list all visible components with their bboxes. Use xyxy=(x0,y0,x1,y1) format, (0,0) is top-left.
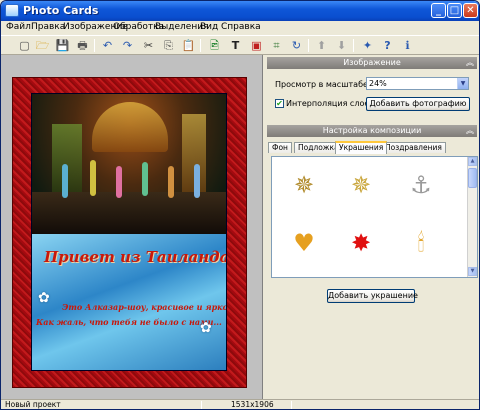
menu-edit[interactable]: Правка xyxy=(31,22,65,32)
maximize-button[interactable]: □ xyxy=(447,3,462,18)
card-content[interactable]: Привет из Таиланда! Это Алказар-шоу, кра… xyxy=(31,93,227,371)
app-window: Photo Cards _ □ ✕ Файл Правка Изображени… xyxy=(0,0,480,410)
dancer xyxy=(116,166,122,198)
info-icon[interactable]: ℹ xyxy=(400,38,415,53)
text-icon[interactable]: T xyxy=(228,38,243,53)
scroll-up-icon[interactable]: ▲ xyxy=(468,157,477,166)
open-folder-icon[interactable]: 🗁 xyxy=(35,38,50,53)
window-title: Photo Cards xyxy=(23,4,99,17)
fx-icon[interactable]: ✦ xyxy=(360,38,375,53)
menu-help[interactable]: Справка xyxy=(221,22,261,32)
status-project: Новый проект xyxy=(5,400,61,409)
status-separator xyxy=(291,401,292,409)
menu-bar: Файл Правка Изображение Обработка Выделе… xyxy=(1,21,479,35)
right-panel: Изображение ︽ Просмотр в масштабе 24% ▼ … xyxy=(264,55,479,399)
image-panel-header[interactable]: Изображение ︽ xyxy=(267,57,477,69)
minimize-button[interactable]: _ xyxy=(431,3,446,18)
greeting-line-2[interactable]: Как жаль, что тебя не было с нами... xyxy=(36,317,222,327)
menu-view[interactable]: Вид xyxy=(200,22,218,32)
decorations-gallery: ✵ ✵ ⚓ ♥ ✸ 🕯 ▲ ▼ xyxy=(271,156,478,278)
copy-icon[interactable]: ⎘ xyxy=(161,38,176,53)
dancer xyxy=(168,166,174,198)
scroll-down-icon[interactable]: ▼ xyxy=(468,267,477,276)
greeting-title[interactable]: Привет из Таиланда! xyxy=(44,248,226,266)
status-image-size: 1531x1906 xyxy=(231,400,274,409)
status-separator xyxy=(201,401,202,409)
scroll-thumb[interactable] xyxy=(468,168,477,188)
composition-panel-title: Настройка композиции xyxy=(322,126,422,135)
composition-tabs: Фон Подложка Украшения Поздравления xyxy=(267,141,477,154)
chevron-down-icon[interactable]: ▼ xyxy=(457,78,468,89)
gold-star-flower-icon[interactable]: ✵ xyxy=(286,165,322,205)
insert-image-icon[interactable]: 🖻 xyxy=(207,38,222,53)
rotate-icon[interactable]: ↻ xyxy=(289,38,304,53)
anchor-icon[interactable]: ⚓ xyxy=(403,165,439,205)
cut-icon[interactable]: ✂ xyxy=(141,38,156,53)
add-decoration-button[interactable]: Добавить украшение xyxy=(327,289,418,303)
red-burst-icon[interactable]: ✸ xyxy=(343,223,379,263)
zoom-label: Просмотр в масштабе xyxy=(275,80,368,89)
arrow-up-icon[interactable]: ⬆ xyxy=(314,38,329,53)
print-icon[interactable]: 🖶 xyxy=(75,38,90,53)
redo-icon[interactable]: ↷ xyxy=(120,38,135,53)
toolbar-separator xyxy=(200,39,201,52)
save-icon[interactable]: 💾 xyxy=(55,38,70,53)
stage-floor xyxy=(32,192,226,234)
image-panel-title: Изображение xyxy=(343,58,401,67)
card-photo[interactable] xyxy=(32,94,226,234)
title-bar[interactable]: Photo Cards _ □ ✕ xyxy=(1,1,479,21)
frame-icon[interactable]: ▣ xyxy=(249,38,264,53)
gallery-scrollbar[interactable]: ▲ ▼ xyxy=(467,157,477,277)
status-bar: Новый проект 1531x1906 xyxy=(1,399,479,409)
heart-balloon-icon[interactable]: ♥ xyxy=(286,223,322,263)
menu-file[interactable]: Файл xyxy=(6,22,31,32)
canvas-area[interactable]: Привет из Таиланда! Это Алказар-шоу, кра… xyxy=(1,55,263,399)
dancer xyxy=(142,162,148,196)
candle-icon[interactable]: 🕯 xyxy=(403,223,439,263)
tab-background[interactable]: Фон xyxy=(268,142,292,153)
flower-decoration-icon[interactable]: ✿ xyxy=(38,290,50,306)
tab-decorations[interactable]: Украшения xyxy=(335,141,388,154)
greeting-line-1[interactable]: Это Алказар-шоу, красивое и яркое! xyxy=(62,302,226,312)
interpolation-checkbox[interactable]: ✔ xyxy=(275,99,284,108)
undo-icon[interactable]: ↶ xyxy=(100,38,115,53)
toolbar: ▢ 🗁 💾 🖶 ↶ ↷ ✂ ⎘ 📋 🖻 T ▣ ⌗ ↻ ⬆ ⬇ ✦ ? ℹ xyxy=(1,35,479,55)
collapse-icon[interactable]: ︽ xyxy=(466,125,474,137)
app-icon xyxy=(5,4,19,17)
toolbar-separator xyxy=(353,39,354,52)
flower-decoration-icon[interactable]: ✿ xyxy=(200,320,212,336)
interpolation-label: Интерполяция слоев xyxy=(286,99,374,108)
crop-icon[interactable]: ⌗ xyxy=(269,38,284,53)
card-frame[interactable]: Привет из Таиланда! Это Алказар-шоу, кра… xyxy=(12,77,247,388)
close-button[interactable]: ✕ xyxy=(463,3,478,18)
toolbar-separator xyxy=(308,39,309,52)
add-photo-button[interactable]: Добавить фотографию xyxy=(366,97,470,111)
zoom-value: 24% xyxy=(369,79,387,88)
collapse-icon[interactable]: ︽ xyxy=(466,57,474,69)
composition-panel-header[interactable]: Настройка композиции ︽ xyxy=(267,125,477,137)
zoom-select[interactable]: 24% ▼ xyxy=(366,77,469,90)
new-file-icon[interactable]: ▢ xyxy=(17,38,32,53)
paste-icon[interactable]: 📋 xyxy=(181,38,196,53)
tab-greetings[interactable]: Поздравления xyxy=(381,142,446,153)
dancer xyxy=(194,164,200,198)
toolbar-separator xyxy=(94,39,95,52)
dancer xyxy=(90,160,96,196)
arrow-down-icon[interactable]: ⬇ xyxy=(334,38,349,53)
gold-star-emerald-icon[interactable]: ✵ xyxy=(343,165,379,205)
dancer xyxy=(62,164,68,198)
stage-backdrop xyxy=(92,102,168,152)
help-icon[interactable]: ? xyxy=(380,38,395,53)
